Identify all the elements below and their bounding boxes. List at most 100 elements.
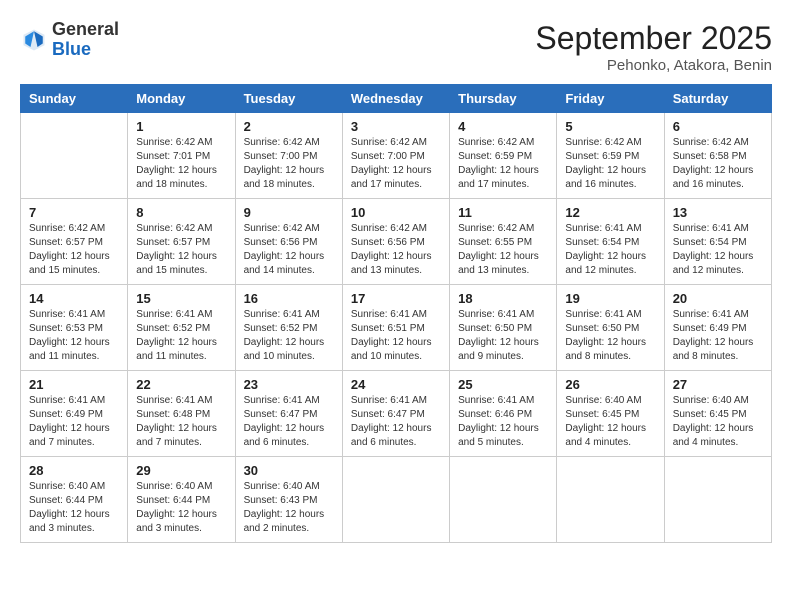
day-number: 24 bbox=[351, 377, 441, 392]
day-info: Sunrise: 6:41 AM Sunset: 6:50 PM Dayligh… bbox=[565, 308, 655, 364]
day-number: 13 bbox=[673, 205, 763, 220]
day-info: Sunrise: 6:41 AM Sunset: 6:47 PM Dayligh… bbox=[244, 394, 334, 450]
day-info: Sunrise: 6:42 AM Sunset: 6:57 PM Dayligh… bbox=[29, 222, 119, 278]
logo: General Blue bbox=[20, 20, 119, 60]
calendar-cell bbox=[21, 113, 128, 199]
location-subtitle: Pehonko, Atakora, Benin bbox=[535, 57, 772, 74]
calendar-cell: 20 Sunrise: 6:41 AM Sunset: 6:49 PM Dayli… bbox=[664, 285, 771, 371]
day-number: 22 bbox=[136, 377, 226, 392]
calendar-cell: 15 Sunrise: 6:41 AM Sunset: 6:52 PM Dayli… bbox=[128, 285, 235, 371]
calendar-cell: 10 Sunrise: 6:42 AM Sunset: 6:56 PM Dayli… bbox=[342, 199, 449, 285]
day-number: 25 bbox=[458, 377, 548, 392]
calendar-cell: 19 Sunrise: 6:41 AM Sunset: 6:50 PM Dayli… bbox=[557, 285, 664, 371]
calendar-cell: 17 Sunrise: 6:41 AM Sunset: 6:51 PM Dayli… bbox=[342, 285, 449, 371]
day-number: 20 bbox=[673, 291, 763, 306]
day-number: 5 bbox=[565, 119, 655, 134]
day-number: 15 bbox=[136, 291, 226, 306]
calendar-cell bbox=[342, 457, 449, 543]
day-number: 12 bbox=[565, 205, 655, 220]
calendar-cell: 18Sunrise: 6:41 AM Sunset: 6:50 PM Dayli… bbox=[450, 285, 557, 371]
day-info: Sunrise: 6:42 AM Sunset: 6:56 PM Dayligh… bbox=[244, 222, 334, 278]
day-info: Sunrise: 6:41 AM Sunset: 6:47 PM Dayligh… bbox=[351, 394, 441, 450]
calendar-cell bbox=[664, 457, 771, 543]
calendar-cell: 4 Sunrise: 6:42 AM Sunset: 6:59 PM Daylig… bbox=[450, 113, 557, 199]
calendar-cell: 12 Sunrise: 6:41 AM Sunset: 6:54 PM Dayli… bbox=[557, 199, 664, 285]
day-info: Sunrise: 6:41 AM Sunset: 6:51 PM Dayligh… bbox=[351, 308, 441, 364]
weekday-header-tuesday: Tuesday bbox=[235, 85, 342, 113]
day-number: 6 bbox=[673, 119, 763, 134]
logo-icon bbox=[20, 26, 48, 54]
calendar-cell: 27Sunrise: 6:40 AM Sunset: 6:45 PM Dayli… bbox=[664, 371, 771, 457]
weekday-header-sunday: Sunday bbox=[21, 85, 128, 113]
day-number: 9 bbox=[244, 205, 334, 220]
weekday-header-monday: Monday bbox=[128, 85, 235, 113]
day-info: Sunrise: 6:41 AM Sunset: 6:53 PM Dayligh… bbox=[29, 308, 119, 364]
calendar-cell: 28 Sunrise: 6:40 AM Sunset: 6:44 PM Dayli… bbox=[21, 457, 128, 543]
calendar-cell: 16 Sunrise: 6:41 AM Sunset: 6:52 PM Dayli… bbox=[235, 285, 342, 371]
day-info: Sunrise: 6:41 AM Sunset: 6:49 PM Dayligh… bbox=[673, 308, 763, 364]
day-info: Sunrise: 6:41 AM Sunset: 6:48 PM Dayligh… bbox=[136, 394, 226, 450]
calendar-week-5: 28 Sunrise: 6:40 AM Sunset: 6:44 PM Dayli… bbox=[21, 457, 772, 543]
day-info: Sunrise: 6:40 AM Sunset: 6:43 PM Dayligh… bbox=[244, 480, 334, 536]
calendar-cell bbox=[557, 457, 664, 543]
day-info: Sunrise: 6:41 AM Sunset: 6:54 PM Dayligh… bbox=[565, 222, 655, 278]
calendar-table: SundayMondayTuesdayWednesdayThursdayFrid… bbox=[20, 84, 772, 543]
weekday-header-thursday: Thursday bbox=[450, 85, 557, 113]
weekday-header-wednesday: Wednesday bbox=[342, 85, 449, 113]
day-info: Sunrise: 6:42 AM Sunset: 7:00 PM Dayligh… bbox=[351, 136, 441, 192]
day-info: Sunrise: 6:42 AM Sunset: 7:00 PM Dayligh… bbox=[244, 136, 334, 192]
calendar-week-4: 21 Sunrise: 6:41 AM Sunset: 6:49 PM Dayli… bbox=[21, 371, 772, 457]
day-number: 23 bbox=[244, 377, 334, 392]
month-title: September 2025 bbox=[535, 20, 772, 57]
day-info: Sunrise: 6:40 AM Sunset: 6:44 PM Dayligh… bbox=[29, 480, 119, 536]
day-number: 4 bbox=[458, 119, 548, 134]
calendar-cell: 14 Sunrise: 6:41 AM Sunset: 6:53 PM Dayli… bbox=[21, 285, 128, 371]
day-info: Sunrise: 6:41 AM Sunset: 6:52 PM Dayligh… bbox=[244, 308, 334, 364]
calendar-cell: 30 Sunrise: 6:40 AM Sunset: 6:43 PM Dayli… bbox=[235, 457, 342, 543]
calendar-cell: 2 Sunrise: 6:42 AM Sunset: 7:00 PM Daylig… bbox=[235, 113, 342, 199]
logo-blue-text: Blue bbox=[52, 39, 91, 59]
calendar-cell: 23 Sunrise: 6:41 AM Sunset: 6:47 PM Dayli… bbox=[235, 371, 342, 457]
calendar-cell: 1Sunrise: 6:42 AM Sunset: 7:01 PM Daylig… bbox=[128, 113, 235, 199]
day-number: 8 bbox=[136, 205, 226, 220]
day-info: Sunrise: 6:42 AM Sunset: 6:55 PM Dayligh… bbox=[458, 222, 548, 278]
day-number: 29 bbox=[136, 463, 226, 478]
day-info: Sunrise: 6:41 AM Sunset: 6:54 PM Dayligh… bbox=[673, 222, 763, 278]
calendar-cell: 9 Sunrise: 6:42 AM Sunset: 6:56 PM Daylig… bbox=[235, 199, 342, 285]
calendar-week-3: 14 Sunrise: 6:41 AM Sunset: 6:53 PM Dayli… bbox=[21, 285, 772, 371]
day-number: 3 bbox=[351, 119, 441, 134]
calendar-week-2: 7 Sunrise: 6:42 AM Sunset: 6:57 PM Daylig… bbox=[21, 199, 772, 285]
day-number: 11 bbox=[458, 205, 548, 220]
calendar-cell bbox=[450, 457, 557, 543]
calendar-cell: 25 Sunrise: 6:41 AM Sunset: 6:46 PM Dayli… bbox=[450, 371, 557, 457]
calendar-cell: 29Sunrise: 6:40 AM Sunset: 6:44 PM Dayli… bbox=[128, 457, 235, 543]
calendar-week-1: 1Sunrise: 6:42 AM Sunset: 7:01 PM Daylig… bbox=[21, 113, 772, 199]
calendar-header-row: SundayMondayTuesdayWednesdayThursdayFrid… bbox=[21, 85, 772, 113]
calendar-cell: 5Sunrise: 6:42 AM Sunset: 6:59 PM Daylig… bbox=[557, 113, 664, 199]
day-number: 28 bbox=[29, 463, 119, 478]
day-number: 30 bbox=[244, 463, 334, 478]
day-number: 14 bbox=[29, 291, 119, 306]
day-number: 10 bbox=[351, 205, 441, 220]
day-number: 7 bbox=[29, 205, 119, 220]
calendar-cell: 26 Sunrise: 6:40 AM Sunset: 6:45 PM Dayli… bbox=[557, 371, 664, 457]
day-number: 2 bbox=[244, 119, 334, 134]
day-number: 21 bbox=[29, 377, 119, 392]
calendar-cell: 13 Sunrise: 6:41 AM Sunset: 6:54 PM Dayli… bbox=[664, 199, 771, 285]
day-info: Sunrise: 6:42 AM Sunset: 6:56 PM Dayligh… bbox=[351, 222, 441, 278]
day-info: Sunrise: 6:40 AM Sunset: 6:45 PM Dayligh… bbox=[565, 394, 655, 450]
day-number: 18 bbox=[458, 291, 548, 306]
day-info: Sunrise: 6:40 AM Sunset: 6:45 PM Dayligh… bbox=[673, 394, 763, 450]
day-info: Sunrise: 6:42 AM Sunset: 6:59 PM Dayligh… bbox=[458, 136, 548, 192]
day-info: Sunrise: 6:42 AM Sunset: 6:58 PM Dayligh… bbox=[673, 136, 763, 192]
calendar-cell: 11 Sunrise: 6:42 AM Sunset: 6:55 PM Dayli… bbox=[450, 199, 557, 285]
day-number: 19 bbox=[565, 291, 655, 306]
day-number: 17 bbox=[351, 291, 441, 306]
calendar-cell: 6 Sunrise: 6:42 AM Sunset: 6:58 PM Daylig… bbox=[664, 113, 771, 199]
day-number: 16 bbox=[244, 291, 334, 306]
day-number: 26 bbox=[565, 377, 655, 392]
day-info: Sunrise: 6:41 AM Sunset: 6:52 PM Dayligh… bbox=[136, 308, 226, 364]
page-header: General Blue September 2025 Pehonko, Ata… bbox=[20, 20, 772, 74]
day-info: Sunrise: 6:41 AM Sunset: 6:46 PM Dayligh… bbox=[458, 394, 548, 450]
day-info: Sunrise: 6:41 AM Sunset: 6:49 PM Dayligh… bbox=[29, 394, 119, 450]
